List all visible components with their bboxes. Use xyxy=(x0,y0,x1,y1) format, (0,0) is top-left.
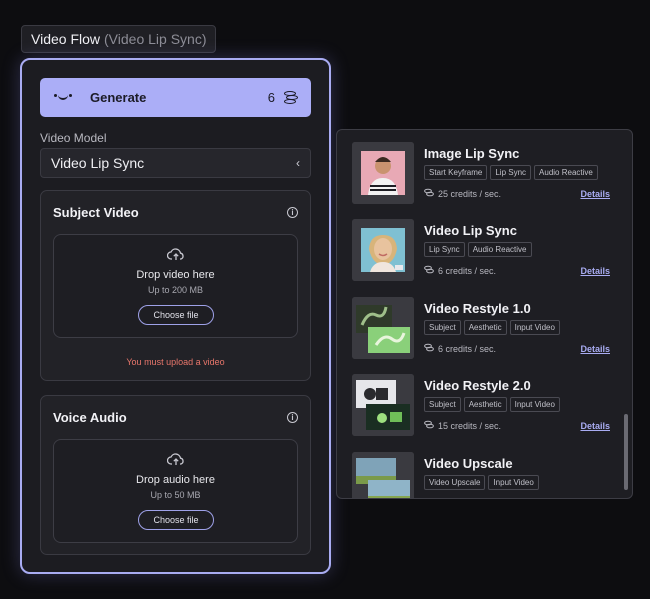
model-tag: Audio Reactive xyxy=(467,242,532,257)
coins-icon xyxy=(424,188,434,199)
model-details-link[interactable]: Details xyxy=(580,344,610,354)
upload-cloud-icon xyxy=(167,248,184,260)
dropdown-scrollbar[interactable] xyxy=(624,414,628,490)
generate-button[interactable]: Generate 6 xyxy=(40,78,311,117)
model-option-video-lip-sync[interactable]: Video Lip Sync Lip Sync Audio Reactive 6… xyxy=(352,219,622,281)
generate-count: 6 xyxy=(267,90,275,105)
flow-subtitle: (Video Lip Sync) xyxy=(104,31,207,47)
image-lip-sync-thumbnail xyxy=(352,142,414,204)
upload-error-message: You must upload a video xyxy=(126,357,225,367)
model-credits: 15 credits / sec. xyxy=(438,420,502,431)
upload-cloud-icon xyxy=(167,453,184,465)
video-model-label: Video Model xyxy=(40,131,107,145)
video-lip-sync-thumbnail xyxy=(352,219,414,281)
model-tag: Input Video xyxy=(488,475,539,490)
coins-icon xyxy=(424,420,434,431)
video-model-dropdown: Image Lip Sync Start Keyframe Lip Sync A… xyxy=(336,129,633,499)
model-tag: Start Keyframe xyxy=(424,165,488,180)
model-tag: Aesthetic xyxy=(463,397,507,412)
audio-drop-text: Drop audio here xyxy=(136,474,215,486)
choose-audio-file-button[interactable]: Choose file xyxy=(138,510,214,530)
model-credits: 25 credits / sec. xyxy=(438,188,502,199)
video-dropzone[interactable]: Drop video here Up to 200 MB Choose file xyxy=(53,234,298,338)
voice-audio-title: Voice Audio xyxy=(53,410,127,425)
model-option-image-lip-sync[interactable]: Image Lip Sync Start Keyframe Lip Sync A… xyxy=(352,142,622,204)
model-option-video-upscale[interactable]: Video Upscale Video Upscale Input Video xyxy=(352,452,622,498)
video-flow-panel: Generate 6 Video Model Video Lip Sync ‹ … xyxy=(20,58,331,574)
model-name: Video Restyle 2.0 xyxy=(424,378,531,393)
model-tag: Subject xyxy=(424,397,461,412)
model-option-video-restyle-1[interactable]: Video Restyle 1.0 Subject Aesthetic Inpu… xyxy=(352,297,622,359)
model-tag: Lip Sync xyxy=(490,165,532,180)
video-model-select[interactable]: Video Lip Sync ‹ xyxy=(40,148,311,178)
subject-video-section: Subject Video i Drop video here Up to 20… xyxy=(40,190,311,381)
audio-size-limit: Up to 50 MB xyxy=(150,490,201,500)
model-option-video-restyle-2[interactable]: Video Restyle 2.0 Subject Aesthetic Inpu… xyxy=(352,374,622,436)
flow-title-tag: Video Flow (Video Lip Sync) xyxy=(21,25,217,53)
model-tag: Subject xyxy=(424,320,461,335)
model-name: Video Upscale xyxy=(424,456,513,471)
info-icon[interactable]: i xyxy=(287,207,298,218)
coins-icon xyxy=(424,265,434,276)
video-restyle-2-thumbnail xyxy=(352,374,414,436)
audio-dropzone[interactable]: Drop audio here Up to 50 MB Choose file xyxy=(53,439,298,543)
video-model-value: Video Lip Sync xyxy=(51,155,145,171)
model-tag: Input Video xyxy=(509,320,560,335)
model-credits: 6 credits / sec. xyxy=(438,343,497,354)
flow-title: Video Flow xyxy=(31,31,101,47)
video-drop-text: Drop video here xyxy=(136,269,215,281)
chevron-left-icon: ‹ xyxy=(296,156,300,170)
model-credits: 6 credits / sec. xyxy=(438,265,497,276)
model-tag: Video Upscale xyxy=(424,475,486,490)
model-details-link[interactable]: Details xyxy=(580,421,610,431)
subject-video-title: Subject Video xyxy=(53,205,139,220)
video-size-limit: Up to 200 MB xyxy=(147,285,204,295)
model-name: Video Lip Sync xyxy=(424,223,517,238)
model-tag: Audio Reactive xyxy=(534,165,598,180)
model-tag: Input Video xyxy=(509,397,560,412)
model-name: Video Restyle 1.0 xyxy=(424,301,531,316)
video-restyle-1-thumbnail xyxy=(352,297,414,359)
smile-icon xyxy=(52,91,74,105)
choose-video-file-button[interactable]: Choose file xyxy=(138,305,214,325)
model-tag: Lip Sync xyxy=(424,242,465,257)
model-details-link[interactable]: Details xyxy=(580,189,610,199)
generate-label: Generate xyxy=(90,90,147,105)
model-tag: Aesthetic xyxy=(463,320,507,335)
model-name: Image Lip Sync xyxy=(424,146,520,161)
credits-icon xyxy=(283,90,299,105)
voice-audio-section: Voice Audio i Drop audio here Up to 50 M… xyxy=(40,395,311,555)
model-details-link[interactable]: Details xyxy=(580,266,610,276)
video-upscale-thumbnail xyxy=(352,452,414,498)
info-icon[interactable]: i xyxy=(287,412,298,423)
coins-icon xyxy=(424,343,434,354)
